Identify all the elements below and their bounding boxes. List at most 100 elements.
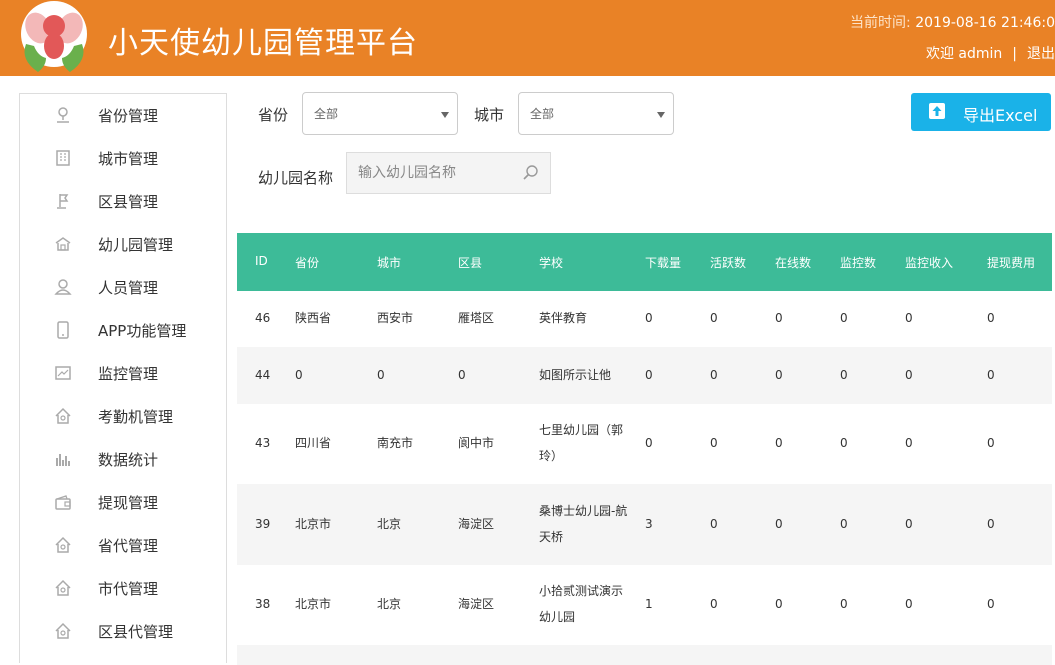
cell-id: 38 <box>255 597 271 611</box>
col-header-id: ID <box>255 254 268 268</box>
col-header-withdrawal-fee: 提现费用 <box>987 256 1036 270</box>
school-icon <box>55 237 71 251</box>
cell-withdrawal-fee: 0 <box>987 597 995 611</box>
sidebar-item-label: 区县管理 <box>98 193 159 211</box>
cell-withdrawal-fee: 0 <box>987 311 995 325</box>
house-icon <box>55 579 71 596</box>
cell-school: 英伴教育 <box>539 311 588 325</box>
cell-online: 0 <box>775 597 783 611</box>
sidebar-item-withdrawal[interactable]: 提现管理 <box>20 481 226 524</box>
export-excel-label: 导出Excel <box>963 106 1038 125</box>
logout-link[interactable]: 退出 <box>1027 46 1055 62</box>
table-row[interactable] <box>237 645 1052 665</box>
sidebar-item-district-agent[interactable]: 区县代管理 <box>20 610 226 653</box>
sidebar-item-kindergarten[interactable]: 幼儿园管理 <box>20 223 226 266</box>
col-header-district: 区县 <box>458 256 483 270</box>
chevron-down-icon <box>657 112 665 118</box>
table-header: ID 省份 城市 区县 学校 下载量 活跃数 在线数 监控数 监控收入 提现费用 <box>237 233 1052 291</box>
cell-withdrawal-fee: 0 <box>987 436 995 450</box>
cell-city: 北京 <box>377 517 402 531</box>
cell-downloads: 3 <box>645 517 653 531</box>
export-excel-button[interactable]: 导出Excel <box>911 93 1051 131</box>
cell-province: 陕西省 <box>295 311 332 325</box>
app-title: 小天使幼儿园管理平台 <box>108 26 418 61</box>
cell-city: 北京 <box>377 597 402 611</box>
search-icon[interactable] <box>522 164 540 182</box>
sidebar-item-label: 考勤机管理 <box>98 408 174 426</box>
col-header-monitors: 监控数 <box>840 256 877 270</box>
table-row[interactable]: 46 陕西省 西安市 雁塔区 英伴教育 0 0 0 0 0 0 <box>237 291 1052 347</box>
cell-withdrawal-fee: 0 <box>987 368 995 382</box>
cell-school: 小拾贰测试演示幼儿园 <box>539 584 624 624</box>
col-header-downloads: 下载量 <box>645 256 682 270</box>
building-icon <box>56 150 70 166</box>
cell-district: 雁塔区 <box>458 311 495 325</box>
user-bar: 欢迎 admin | 退出 <box>926 43 1055 63</box>
city-filter-label: 城市 <box>474 106 505 124</box>
cell-monitors: 0 <box>840 597 848 611</box>
sidebar-item-province[interactable]: 省份管理 <box>20 94 226 137</box>
col-header-active: 活跃数 <box>710 256 747 270</box>
sidebar-item-app-features[interactable]: APP功能管理 <box>20 309 226 352</box>
cell-monitor-income: 0 <box>905 597 913 611</box>
sidebar-item-label: 城市管理 <box>98 150 159 168</box>
cell-district: 海淀区 <box>458 517 495 531</box>
cell-downloads: 1 <box>645 597 653 611</box>
city-select[interactable]: 全部 <box>518 92 674 135</box>
bar-chart-icon <box>56 454 70 466</box>
col-header-online: 在线数 <box>775 256 812 270</box>
angel-logo-icon <box>21 1 87 72</box>
cell-active: 0 <box>710 436 718 450</box>
wallet-icon <box>55 495 71 510</box>
cell-id: 44 <box>255 368 271 382</box>
table-row[interactable]: 44 0 0 0 如图所示让他 0 0 0 0 0 0 <box>237 347 1052 404</box>
cell-school: 七里幼儿园（郭玲） <box>539 423 624 463</box>
cell-downloads: 0 <box>645 368 653 382</box>
sidebar-item-label: 监控管理 <box>98 365 159 383</box>
phone-icon <box>57 321 69 339</box>
cell-monitors: 0 <box>840 311 848 325</box>
cell-online: 0 <box>775 517 783 531</box>
col-header-city: 城市 <box>377 256 402 270</box>
time-label: 当前时间: <box>850 15 916 31</box>
cell-active: 0 <box>710 517 718 531</box>
cell-id: 39 <box>255 517 271 531</box>
col-header-province: 省份 <box>295 256 320 270</box>
sidebar-item-statistics[interactable]: 数据统计 <box>20 438 226 481</box>
sidebar-item-attendance[interactable]: 考勤机管理 <box>20 395 226 438</box>
sidebar-item-province-agent[interactable]: 省代管理 <box>20 524 226 567</box>
flag-icon <box>57 194 69 209</box>
cell-withdrawal-fee: 0 <box>987 517 995 531</box>
table-row[interactable]: 38 北京市 北京 海淀区 小拾贰测试演示幼儿园 1 0 0 0 0 0 <box>237 565 1052 645</box>
cell-monitor-income: 0 <box>905 436 913 450</box>
cell-online: 0 <box>775 311 783 325</box>
cell-id: 43 <box>255 436 271 450</box>
sidebar-item-district[interactable]: 区县管理 <box>20 180 226 223</box>
cell-active: 0 <box>710 311 718 325</box>
sidebar-item-city[interactable]: 城市管理 <box>20 137 226 180</box>
city-select-value: 全部 <box>530 107 555 121</box>
sidebar-item-label: 区县代管理 <box>98 623 174 641</box>
sidebar-item-staff[interactable]: 人员管理 <box>20 266 226 309</box>
cell-city: 0 <box>377 368 385 382</box>
sidebar-item-label: 数据统计 <box>98 451 159 469</box>
cell-province: 四川省 <box>295 436 332 450</box>
table-row[interactable]: 43 四川省 南充市 阆中市 七里幼儿园（郭玲） 0 0 0 0 0 0 <box>237 404 1052 484</box>
cell-downloads: 0 <box>645 436 653 450</box>
table-row[interactable]: 39 北京市 北京 海淀区 桑博士幼儿园-航天桥 3 0 0 0 0 0 <box>237 484 1052 565</box>
separator: | <box>1012 46 1017 62</box>
chevron-down-icon <box>441 112 449 118</box>
sidebar-item-label: 人员管理 <box>98 279 159 297</box>
school-name-input[interactable] <box>347 153 517 193</box>
cell-school: 桑博士幼儿园-航天桥 <box>539 504 628 544</box>
province-filter-label: 省份 <box>258 106 289 124</box>
sidebar-item-city-agent[interactable]: 市代管理 <box>20 567 226 610</box>
map-pin-icon <box>57 107 69 123</box>
province-select[interactable]: 全部 <box>302 92 458 135</box>
person-icon <box>54 279 72 295</box>
sidebar-item-label: 省代管理 <box>98 537 159 555</box>
sidebar-item-monitoring[interactable]: 监控管理 <box>20 352 226 395</box>
col-header-school: 学校 <box>539 256 564 270</box>
cell-monitor-income: 0 <box>905 368 913 382</box>
cell-school: 如图所示让他 <box>539 368 612 382</box>
